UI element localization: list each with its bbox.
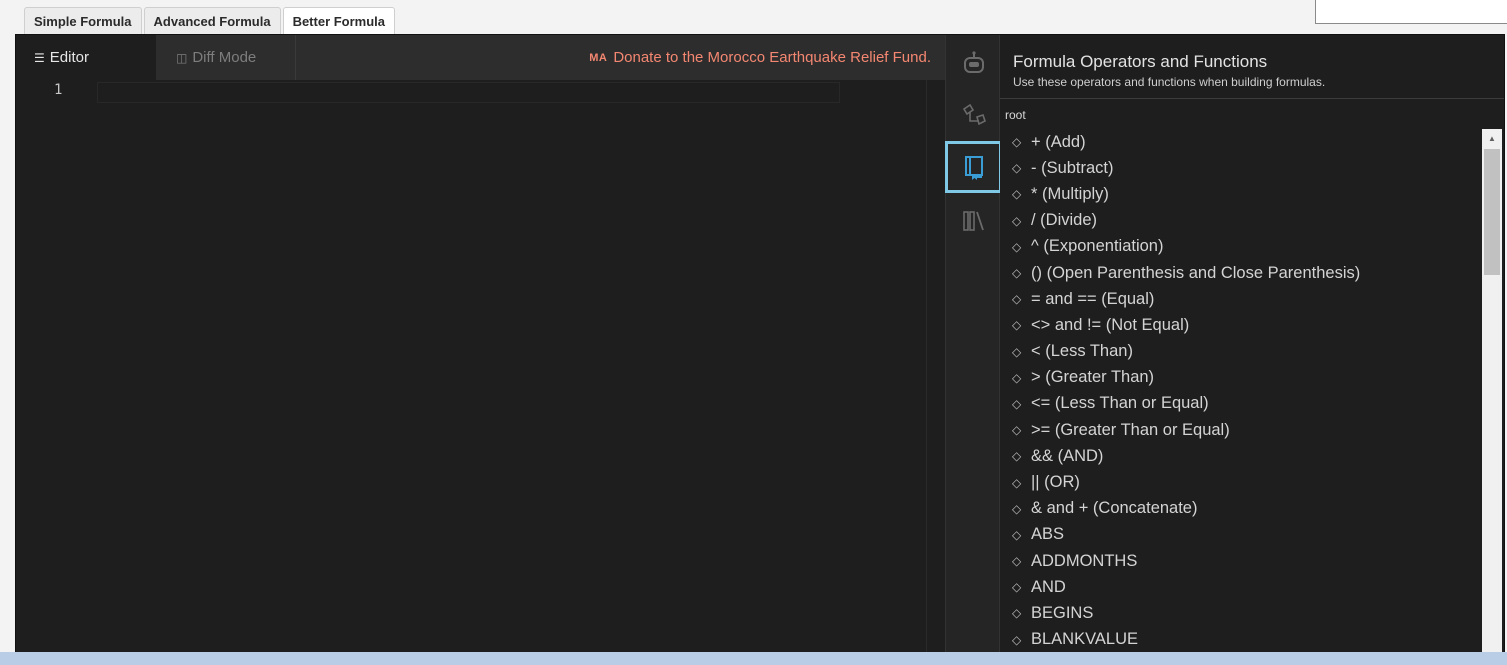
tree-item-label: <= (Less Than or Equal) bbox=[1031, 394, 1209, 413]
activity-bar bbox=[945, 35, 1002, 653]
tree-item[interactable]: ◇ > (Greater Than) bbox=[1000, 365, 1480, 391]
tree-item-label: + (Add) bbox=[1031, 132, 1086, 151]
tree-item[interactable]: ◇ ^ (Exponentiation) bbox=[1000, 234, 1480, 260]
editor-icon: ☰ bbox=[34, 50, 45, 65]
schema-button[interactable] bbox=[946, 89, 1001, 141]
diamond-icon: ◇ bbox=[1012, 187, 1022, 202]
line-number: 1 bbox=[54, 82, 63, 98]
diamond-icon: ◇ bbox=[1012, 449, 1022, 464]
functions-reference-button[interactable] bbox=[945, 141, 1002, 193]
tree-item-label: > (Greater Than) bbox=[1031, 368, 1155, 387]
diamond-icon: ◇ bbox=[1012, 213, 1022, 228]
assistant-button[interactable] bbox=[946, 37, 1001, 89]
tree-item-label: () (Open Parenthesis and Close Parenthes… bbox=[1031, 263, 1361, 282]
functions-panel: Formula Operators and Functions Use thes… bbox=[1000, 35, 1504, 653]
tree-item[interactable]: ◇ < (Less Than) bbox=[1000, 339, 1480, 365]
diamond-icon: ◇ bbox=[1012, 344, 1022, 359]
diff-icon: ◫ bbox=[176, 50, 188, 65]
diamond-icon: ◇ bbox=[1012, 318, 1022, 333]
tab-diff-label: Diff Mode bbox=[192, 49, 257, 66]
scroll-up-arrow-icon[interactable]: ▲ bbox=[1482, 129, 1502, 147]
diamond-icon: ◇ bbox=[1012, 606, 1022, 621]
tree-item-label: BEGINS bbox=[1031, 603, 1094, 622]
diamond-icon: ◇ bbox=[1012, 239, 1022, 254]
country-code: MA bbox=[589, 51, 608, 64]
editor-pane: ☰ Editor ◫ Diff Mode MA Donate to the Mo… bbox=[16, 35, 945, 653]
diamond-icon: ◇ bbox=[1012, 580, 1022, 595]
diamond-icon: ◇ bbox=[1012, 292, 1022, 307]
tree-item-label: BLANKVALUE bbox=[1031, 630, 1138, 649]
library-button[interactable] bbox=[946, 195, 1001, 247]
donate-text: Donate to the Morocco Earthquake Relief … bbox=[613, 49, 931, 66]
tree-item-label: && (AND) bbox=[1031, 446, 1104, 465]
panel-scrollbar[interactable]: ▲ bbox=[1482, 129, 1502, 653]
formula-app: ☰ Editor ◫ Diff Mode MA Donate to the Mo… bbox=[15, 34, 1505, 654]
tree-item-label: ^ (Exponentiation) bbox=[1031, 237, 1164, 256]
tab-editor-label: Editor bbox=[49, 49, 89, 66]
tree-item-label: / (Divide) bbox=[1031, 211, 1098, 230]
tree-item[interactable]: ◇ ADDMONTHS bbox=[1000, 548, 1480, 574]
tree-item-label: <> and != (Not Equal) bbox=[1031, 315, 1190, 334]
tree-item[interactable]: ◇ / (Divide) bbox=[1000, 208, 1480, 234]
tree-item[interactable]: ◇ && (AND) bbox=[1000, 443, 1480, 469]
tab-better-formula[interactable]: Better Formula bbox=[282, 7, 396, 34]
diamond-icon: ◇ bbox=[1012, 370, 1022, 385]
tree-item[interactable]: ◇ >= (Greater Than or Equal) bbox=[1000, 417, 1480, 443]
panel-subtitle: Use these operators and functions when b… bbox=[1013, 75, 1326, 89]
diamond-icon: ◇ bbox=[1012, 527, 1022, 542]
tree-item[interactable]: ◇ - (Subtract) bbox=[1000, 155, 1480, 181]
tab-diff-mode[interactable]: ◫ Diff Mode bbox=[156, 35, 296, 80]
diamond-icon: ◇ bbox=[1012, 161, 1022, 176]
tree-item[interactable]: ◇ AND bbox=[1000, 574, 1480, 600]
book-icon bbox=[964, 156, 983, 180]
bottom-strip bbox=[0, 652, 1507, 665]
tree-item[interactable]: ◇ & and + (Concatenate) bbox=[1000, 496, 1480, 522]
diamond-icon: ◇ bbox=[1012, 266, 1022, 281]
panel-header: Formula Operators and Functions Use thes… bbox=[1000, 35, 1504, 99]
diamond-icon: ◇ bbox=[1012, 423, 1022, 438]
tree-item-label: ABS bbox=[1031, 525, 1065, 544]
tree-item-label: & and + (Concatenate) bbox=[1031, 499, 1198, 518]
diamond-icon: ◇ bbox=[1012, 501, 1022, 516]
tree-item[interactable]: ◇ BLANKVALUE bbox=[1000, 627, 1480, 653]
tree-root-label: root bbox=[1005, 108, 1026, 122]
tree-item[interactable]: ◇ * (Multiply) bbox=[1000, 181, 1480, 207]
tree-item[interactable]: ◇ = and == (Equal) bbox=[1000, 286, 1480, 312]
tree-item-label: >= (Greater Than or Equal) bbox=[1031, 420, 1230, 439]
diamond-icon: ◇ bbox=[1012, 135, 1022, 150]
diamond-icon: ◇ bbox=[1012, 396, 1022, 411]
tree-item-label: || (OR) bbox=[1031, 473, 1080, 492]
tree-item[interactable]: ◇ <> and != (Not Equal) bbox=[1000, 312, 1480, 338]
tree-item[interactable]: ◇ () (Open Parenthesis and Close Parenthe… bbox=[1000, 260, 1480, 286]
tab-advanced-formula[interactable]: Advanced Formula bbox=[143, 7, 281, 34]
tree-item[interactable]: ◇ BEGINS bbox=[1000, 600, 1480, 626]
code-input-line[interactable] bbox=[97, 82, 840, 103]
diamond-icon: ◇ bbox=[1012, 632, 1022, 647]
tree-item-label: ADDMONTHS bbox=[1031, 551, 1138, 570]
diamond-icon: ◇ bbox=[1012, 475, 1022, 490]
donate-link[interactable]: MA Donate to the Morocco Earthquake Reli… bbox=[589, 35, 931, 80]
editor-divider bbox=[926, 80, 927, 653]
functions-tree: ◇ + (Add) ◇ - (Subtract) ◇ * (Multiply) ◇ / (Di… bbox=[1000, 129, 1480, 653]
top-right-input[interactable] bbox=[1315, 0, 1507, 24]
tree-item-label: = and == (Equal) bbox=[1031, 289, 1155, 308]
schema-icon bbox=[962, 103, 986, 126]
tree-item[interactable]: ◇ ABS bbox=[1000, 522, 1480, 548]
panel-title: Formula Operators and Functions bbox=[1013, 52, 1268, 71]
formula-tabs: Simple Formula Advanced Formula Better F… bbox=[24, 7, 396, 35]
tab-simple-formula[interactable]: Simple Formula bbox=[24, 7, 142, 34]
tree-item-label: AND bbox=[1031, 577, 1066, 596]
tree-item[interactable]: ◇ + (Add) bbox=[1000, 129, 1480, 155]
robot-icon bbox=[963, 51, 984, 73]
scroll-thumb[interactable] bbox=[1484, 149, 1500, 275]
tree-item-label: * (Multiply) bbox=[1031, 184, 1109, 203]
diamond-icon: ◇ bbox=[1012, 554, 1022, 569]
library-icon bbox=[962, 211, 984, 231]
tree-item[interactable]: ◇ <= (Less Than or Equal) bbox=[1000, 391, 1480, 417]
tab-editor[interactable]: ☰ Editor bbox=[16, 35, 156, 80]
tree-item[interactable]: ◇ || (OR) bbox=[1000, 469, 1480, 495]
editor-tabbar: ☰ Editor ◫ Diff Mode MA Donate to the Mo… bbox=[16, 35, 945, 80]
tree-item-label: < (Less Than) bbox=[1031, 342, 1133, 361]
tree-item-label: - (Subtract) bbox=[1031, 158, 1114, 177]
